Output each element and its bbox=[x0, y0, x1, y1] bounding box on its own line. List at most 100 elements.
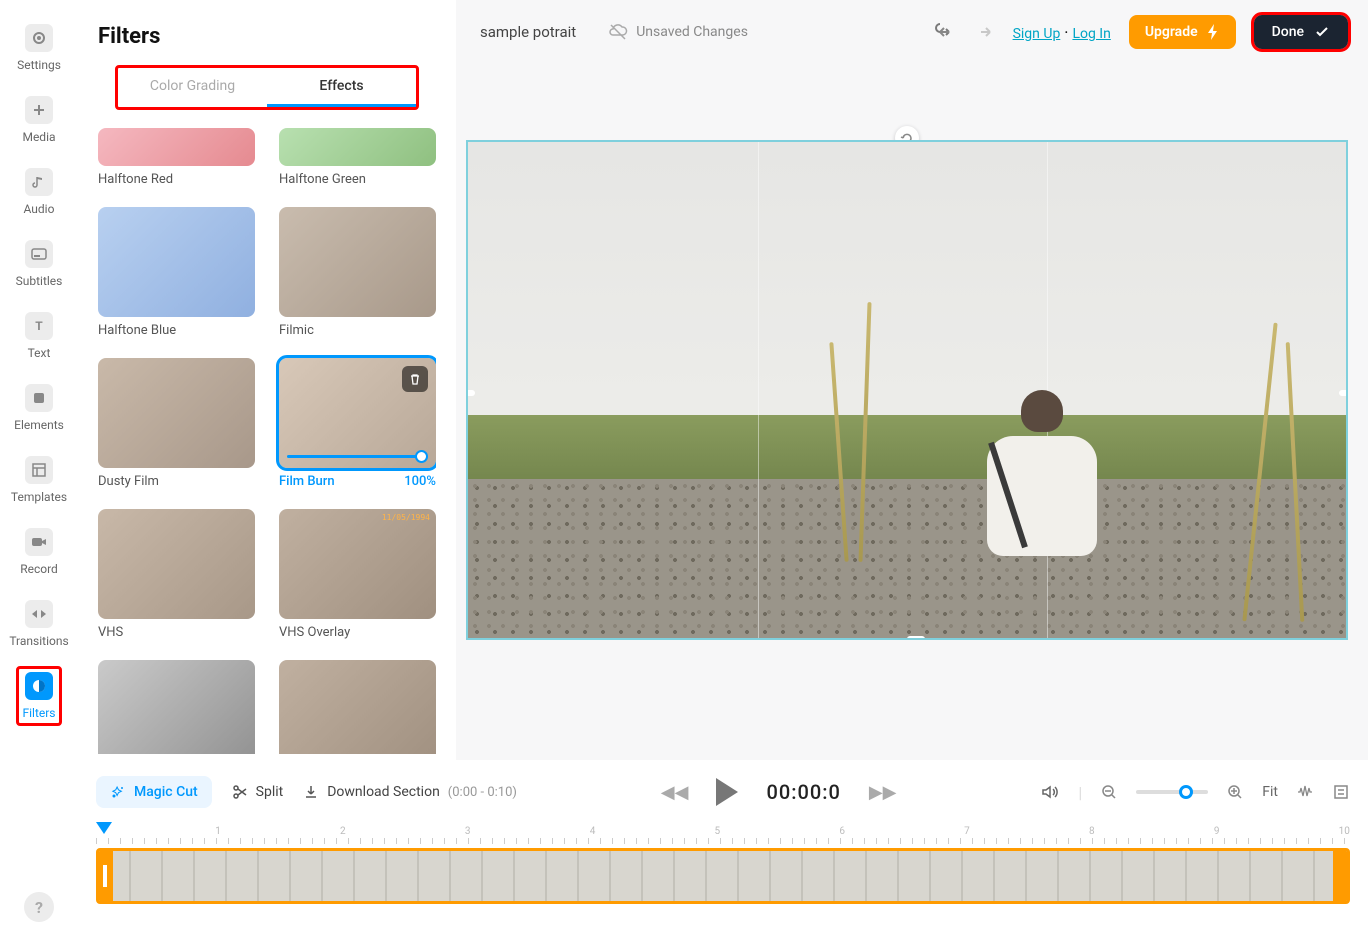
login-link[interactable]: Log In bbox=[1072, 26, 1110, 42]
panel-title: Filters bbox=[98, 24, 436, 49]
bolt-icon bbox=[1206, 24, 1220, 40]
done-button[interactable]: Done bbox=[1254, 15, 1348, 49]
clip-handle-left[interactable] bbox=[103, 865, 107, 887]
cloud-off-icon bbox=[608, 22, 628, 42]
filter-label: Halftone Green bbox=[279, 172, 436, 187]
waveform-icon[interactable] bbox=[1296, 783, 1314, 801]
filter-vhs-overlay[interactable]: 11/05/1994 VHS Overlay bbox=[279, 509, 436, 640]
text-icon: T bbox=[25, 312, 53, 340]
download-icon bbox=[303, 784, 319, 800]
filter-thumbnail bbox=[98, 358, 255, 468]
volume-icon[interactable] bbox=[1040, 782, 1060, 802]
sidebar-label: Filters bbox=[22, 706, 55, 720]
split-button[interactable]: Split bbox=[232, 784, 284, 800]
filter-thumbnail bbox=[98, 128, 255, 166]
help-button[interactable]: ? bbox=[24, 892, 54, 922]
signup-link[interactable]: Sign Up bbox=[1013, 26, 1061, 42]
filter-item[interactable] bbox=[279, 660, 436, 754]
play-button[interactable] bbox=[716, 778, 738, 806]
sidebar-label: Settings bbox=[17, 58, 61, 72]
filter-grid[interactable]: Halftone Red Halftone Green Halftone Blu… bbox=[98, 128, 436, 754]
help-icon: ? bbox=[24, 892, 54, 922]
timeline-ruler[interactable]: 12345678910 bbox=[96, 826, 1350, 844]
filter-label: Dusty Film bbox=[98, 474, 255, 489]
sidebar-label: Media bbox=[22, 130, 55, 144]
top-bar: sample potrait Unsaved Changes Sign Up ·… bbox=[456, 0, 1368, 64]
sidebar-label: Record bbox=[20, 562, 58, 576]
filter-item[interactable] bbox=[98, 660, 255, 754]
resize-handle-right[interactable] bbox=[1339, 390, 1348, 396]
sidebar-item-audio[interactable]: Audio bbox=[24, 168, 55, 216]
slider-handle[interactable] bbox=[415, 450, 428, 463]
sidebar-item-media[interactable]: Media bbox=[22, 96, 55, 144]
slider-handle[interactable] bbox=[1179, 785, 1193, 799]
fit-button[interactable]: Fit bbox=[1262, 784, 1278, 800]
timeline-clip[interactable] bbox=[96, 848, 1350, 904]
filter-thumbnail bbox=[98, 509, 255, 619]
clip-handle-right[interactable] bbox=[1339, 865, 1343, 887]
download-section-button[interactable]: Download Section(0:00 - 0:10) bbox=[303, 784, 517, 800]
timeline-settings-icon[interactable] bbox=[1332, 783, 1350, 801]
filter-label: VHS bbox=[98, 625, 255, 640]
video-canvas[interactable] bbox=[466, 140, 1348, 640]
undo-button[interactable] bbox=[933, 21, 955, 43]
filter-thumbnail bbox=[279, 207, 436, 317]
subtitles-icon bbox=[25, 240, 53, 268]
bottom-toolbar: Magic Cut Split Download Section(0:00 - … bbox=[78, 760, 1368, 952]
filters-panel: Filters Color Grading Effects Halftone R… bbox=[78, 0, 456, 760]
filter-halftone-red[interactable]: Halftone Red bbox=[98, 128, 255, 187]
canvas-wrapper bbox=[466, 140, 1348, 690]
tab-color-grading[interactable]: Color Grading bbox=[118, 68, 267, 107]
zoom-in-icon[interactable] bbox=[1226, 783, 1244, 801]
filter-label: VHS Overlay bbox=[279, 625, 436, 640]
sidebar-item-settings[interactable]: Settings bbox=[17, 24, 61, 72]
sidebar-item-subtitles[interactable]: Subtitles bbox=[16, 240, 63, 288]
sidebar-item-text[interactable]: T Text bbox=[25, 312, 53, 360]
filter-filmic[interactable]: Filmic bbox=[279, 207, 436, 338]
filter-halftone-blue[interactable]: Halftone Blue bbox=[98, 207, 255, 338]
filter-label: Film Burn 100% bbox=[279, 474, 436, 489]
sidebar-item-record[interactable]: Record bbox=[20, 528, 58, 576]
sidebar-item-elements[interactable]: Elements bbox=[14, 384, 64, 432]
filter-tabs: Color Grading Effects bbox=[115, 65, 419, 110]
layout-icon bbox=[25, 456, 53, 484]
sidebar-label: Audio bbox=[24, 202, 55, 216]
sidebar-label: Templates bbox=[11, 490, 67, 504]
skip-back-button[interactable]: ◀◀ bbox=[661, 782, 689, 803]
sidebar-item-templates[interactable]: Templates bbox=[11, 456, 67, 504]
filter-label: Halftone Blue bbox=[98, 323, 255, 338]
filter-label: Filmic bbox=[279, 323, 436, 338]
sidebar-item-transitions[interactable]: Transitions bbox=[9, 600, 68, 648]
filter-dusty-film[interactable]: Dusty Film bbox=[98, 358, 255, 489]
vhs-date-overlay: 11/05/1994 bbox=[382, 513, 430, 522]
camera-icon bbox=[25, 528, 53, 556]
tab-effects[interactable]: Effects bbox=[267, 68, 416, 107]
zoom-out-icon[interactable] bbox=[1100, 783, 1118, 801]
magic-cut-button[interactable]: Magic Cut bbox=[96, 776, 212, 808]
filter-halftone-green[interactable]: Halftone Green bbox=[279, 128, 436, 187]
scissors-icon bbox=[232, 784, 248, 800]
main-area: sample potrait Unsaved Changes Sign Up ·… bbox=[456, 0, 1368, 760]
filter-intensity-slider[interactable] bbox=[287, 455, 428, 458]
check-icon bbox=[1314, 24, 1330, 40]
delete-filter-icon[interactable] bbox=[402, 366, 428, 392]
upgrade-button[interactable]: Upgrade bbox=[1129, 15, 1236, 49]
filter-vhs[interactable]: VHS bbox=[98, 509, 255, 640]
project-name[interactable]: sample potrait bbox=[480, 23, 576, 41]
filter-thumbnail bbox=[279, 128, 436, 166]
sidebar-item-filters[interactable]: Filters bbox=[22, 672, 55, 720]
zoom-slider[interactable] bbox=[1136, 790, 1208, 794]
shapes-icon bbox=[25, 384, 53, 412]
subject bbox=[977, 390, 1107, 570]
filter-thumbnail: 11/05/1994 bbox=[279, 509, 436, 619]
magic-icon bbox=[110, 784, 126, 800]
sidebar-label: Subtitles bbox=[16, 274, 63, 288]
resize-handle-left[interactable] bbox=[466, 390, 475, 396]
skip-forward-button[interactable]: ▶▶ bbox=[869, 782, 897, 803]
left-sidebar: Settings Media Audio Subtitles T Text El… bbox=[0, 0, 78, 952]
filter-film-burn[interactable]: Film Burn 100% bbox=[279, 358, 436, 489]
time-range: (0:00 - 0:10) bbox=[448, 785, 517, 800]
resize-handle-bottom[interactable] bbox=[907, 636, 925, 640]
filter-thumbnail bbox=[98, 207, 255, 317]
redo-button[interactable] bbox=[973, 21, 995, 43]
